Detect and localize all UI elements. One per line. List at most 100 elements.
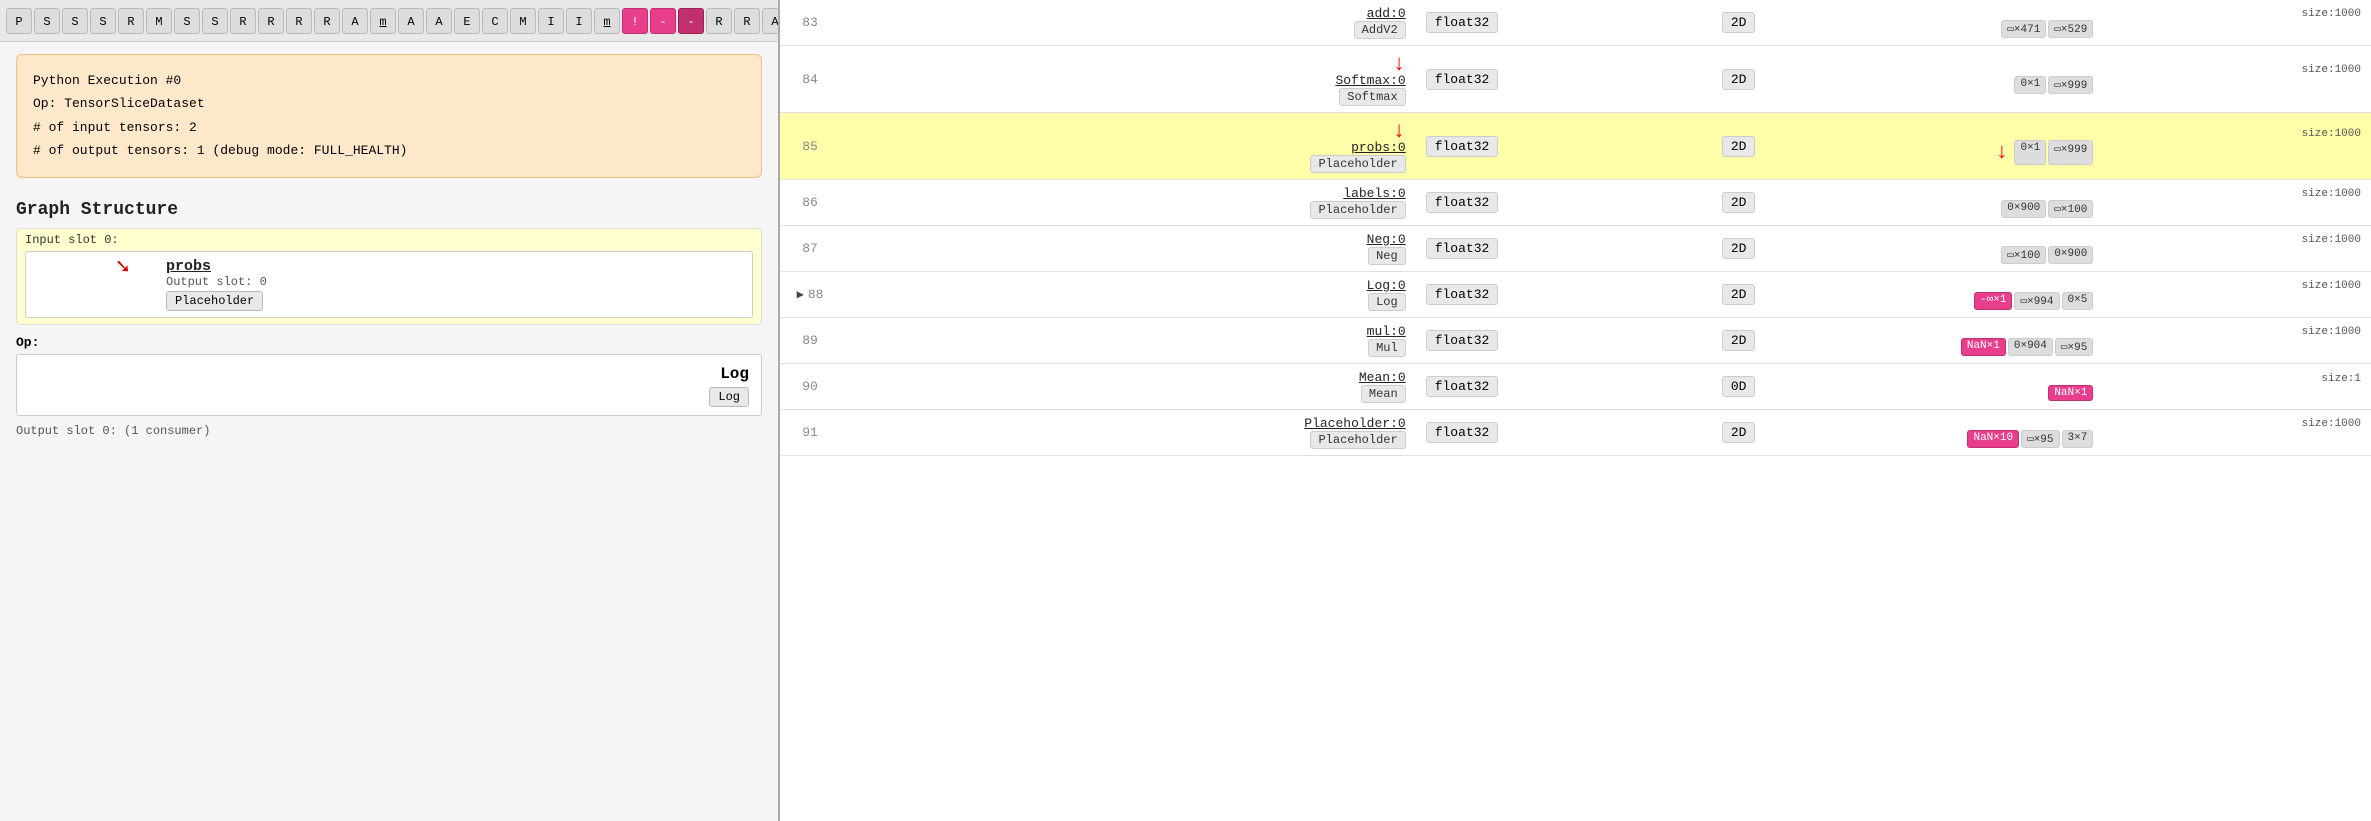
op-name-text: Log	[720, 365, 749, 383]
size-dims: NaN×1	[1893, 385, 2093, 401]
op-type-badge: Log	[1368, 293, 1406, 311]
op-name-link[interactable]: mul:0	[1367, 324, 1406, 339]
expand-btn[interactable]: ▶	[797, 288, 804, 302]
char-btn-excl[interactable]: !	[622, 8, 648, 34]
dtype-badge: float32	[1426, 69, 1499, 90]
table-row: 87 Neg:0 Neg float322D size:1000 ▭×1000×…	[780, 226, 2371, 272]
arrow-red-icon: ➘	[116, 254, 129, 280]
char-btn-I1[interactable]: I	[538, 8, 564, 34]
char-btn-S1[interactable]: S	[34, 8, 60, 34]
size-label: size:1000	[1893, 326, 2361, 338]
op-name-link[interactable]: probs:0	[1351, 140, 1406, 155]
dim-chip: ▭×471	[2001, 20, 2046, 38]
char-btn-S5[interactable]: S	[202, 8, 228, 34]
op-type-badge: Placeholder	[1310, 431, 1405, 449]
char-btn-R7[interactable]: R	[734, 8, 760, 34]
dim-cell: 2D	[1712, 180, 1883, 226]
size-label: size:1000	[1893, 188, 2361, 200]
char-btn-S2[interactable]: S	[62, 8, 88, 34]
size-cell: size:1000 -∞×1▭×9940×5	[1883, 272, 2371, 318]
dim-cell: 2D	[1712, 318, 1883, 364]
dim-badge: 2D	[1722, 136, 1756, 157]
op-inner-btn[interactable]: Log	[709, 387, 749, 407]
op-name-link[interactable]: add:0	[1367, 6, 1406, 21]
char-btn-R4[interactable]: R	[286, 8, 312, 34]
char-btn-m1[interactable]: m	[370, 8, 396, 34]
row-number: 83	[780, 0, 840, 46]
dim-cell: 0D	[1712, 364, 1883, 410]
probs-link[interactable]: probs	[166, 258, 211, 275]
row-number: 90	[780, 364, 840, 410]
dim-chip: ▭×95	[2055, 338, 2093, 356]
placeholder-btn[interactable]: Placeholder	[166, 291, 263, 311]
size-dims: ↓0×1▭×999	[1893, 140, 2093, 165]
size-label: size:1000	[1893, 234, 2361, 246]
char-btn-minus2[interactable]: -	[678, 8, 704, 34]
op-name-link[interactable]: Placeholder:0	[1304, 416, 1405, 431]
dtype-badge: float32	[1426, 284, 1499, 305]
dim-cell: 2D	[1712, 272, 1883, 318]
dtype-cell: float32	[1416, 318, 1712, 364]
char-btn-m2[interactable]: m	[594, 8, 620, 34]
table-row: 90 Mean:0 Mean float320D size:1 NaN×1	[780, 364, 2371, 410]
char-btn-R1[interactable]: R	[118, 8, 144, 34]
char-btn-M2[interactable]: M	[510, 8, 536, 34]
op-name-cell: add:0 AddV2	[840, 0, 1416, 46]
dtype-cell: float32	[1416, 46, 1712, 113]
data-table: 83 add:0 AddV2 float322D size:1000 ▭×471…	[780, 0, 2371, 456]
op-name-link[interactable]: Log:0	[1367, 278, 1406, 293]
dtype-badge: float32	[1426, 422, 1499, 443]
char-btn-minus1[interactable]: -	[650, 8, 676, 34]
size-cell: size:1000 ↓0×1▭×999	[1883, 113, 2371, 180]
op-type-badge: AddV2	[1354, 21, 1406, 39]
size-cell: size:1000 NaN×10▭×953×7	[1883, 410, 2371, 456]
dim-chip: 0×900	[2001, 200, 2046, 218]
char-btn-R6[interactable]: R	[706, 8, 732, 34]
size-cell: size:1000 ▭×1000×900	[1883, 226, 2371, 272]
op-name-cell: Mean:0 Mean	[840, 364, 1416, 410]
op-name-link[interactable]: labels:0	[1343, 186, 1405, 201]
size-cell: size:1 NaN×1	[1883, 364, 2371, 410]
dim-badge: 2D	[1722, 12, 1756, 33]
char-btn-R2[interactable]: R	[230, 8, 256, 34]
dtype-badge: float32	[1426, 192, 1499, 213]
op-name-link[interactable]: Neg:0	[1367, 232, 1406, 247]
char-btn-I2[interactable]: I	[566, 8, 592, 34]
input-slot-label: Input slot 0:	[25, 233, 753, 247]
char-btn-A4[interactable]: A	[762, 8, 778, 34]
info-title: Python Execution #0	[33, 69, 745, 92]
row-number: 87	[780, 226, 840, 272]
op-type-badge: Softmax	[1339, 88, 1405, 106]
dim-badge: 2D	[1722, 238, 1756, 259]
op-name-link[interactable]: Mean:0	[1359, 370, 1406, 385]
char-btn-R5[interactable]: R	[314, 8, 340, 34]
char-btn-S4[interactable]: S	[174, 8, 200, 34]
op-name-cell: ↓ probs:0 Placeholder	[840, 113, 1416, 180]
char-btn-R3[interactable]: R	[258, 8, 284, 34]
char-btn-A1[interactable]: A	[342, 8, 368, 34]
char-btn-A2[interactable]: A	[398, 8, 424, 34]
op-type-badge: Mul	[1368, 339, 1406, 357]
op-name-cell: Neg:0 Neg	[840, 226, 1416, 272]
size-label: size:1000	[1893, 128, 2361, 140]
dim-chip: 0×1	[2014, 140, 2046, 165]
size-label: size:1	[1893, 373, 2361, 385]
dim-badge: 2D	[1722, 284, 1756, 305]
table-row: 83 add:0 AddV2 float322D size:1000 ▭×471…	[780, 0, 2371, 46]
char-btn-A3[interactable]: A	[426, 8, 452, 34]
dim-chip: NaN×10	[1967, 430, 2019, 448]
char-btn-M[interactable]: M	[146, 8, 172, 34]
char-btn-C1[interactable]: C	[482, 8, 508, 34]
dim-chip: NaN×1	[2048, 385, 2093, 401]
dim-chip: ▭×95	[2021, 430, 2059, 448]
dim-badge: 2D	[1722, 422, 1756, 443]
table-row: 84 ↓ Softmax:0 Softmax float322D size:10…	[780, 46, 2371, 113]
char-btn-P[interactable]: P	[6, 8, 32, 34]
char-btn-S3[interactable]: S	[90, 8, 116, 34]
char-btn-E[interactable]: E	[454, 8, 480, 34]
info-op: Op: TensorSliceDataset	[33, 92, 745, 115]
dim-badge: 0D	[1722, 376, 1756, 397]
dim-badge: 2D	[1722, 69, 1756, 90]
op-name-link[interactable]: Softmax:0	[1335, 73, 1405, 88]
info-outputs: # of output tensors: 1 (debug mode: FULL…	[33, 139, 745, 162]
